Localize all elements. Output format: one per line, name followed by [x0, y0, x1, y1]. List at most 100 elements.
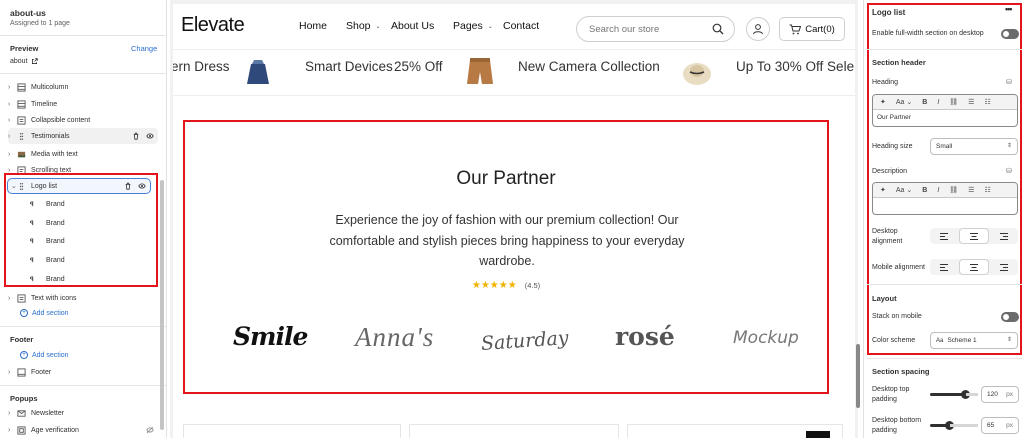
brand-logo-mockup[interactable]: Mockup — [733, 328, 799, 348]
image-icon — [16, 149, 27, 160]
divider — [867, 284, 1022, 285]
align-right-icon[interactable] — [989, 228, 1018, 244]
brand-logo-rose[interactable]: rosé — [615, 322, 675, 351]
font-style-button[interactable]: Aa ⌄ — [896, 186, 912, 194]
database-icon[interactable]: ⛁ — [1006, 167, 1012, 175]
section-item-footer[interactable]: › Footer — [8, 364, 158, 380]
logo-list-section[interactable]: Our Partner Experience the joy of fashio… — [183, 120, 829, 394]
top-padding-input[interactable]: 120 px — [981, 386, 1019, 403]
nav-contact[interactable]: Contact — [503, 20, 539, 32]
bullet-list-icon[interactable]: ☰ — [968, 98, 974, 106]
marquee-item: 25% Off — [394, 59, 443, 74]
magic-icon[interactable]: ✦ — [880, 98, 886, 106]
footer-heading: Footer — [10, 335, 34, 344]
chevron-right-icon[interactable]: › — [8, 133, 16, 140]
multicolumn-icon — [16, 82, 27, 93]
brand-logo-annas[interactable]: Anna's — [355, 322, 434, 353]
chevron-right-icon[interactable]: › — [8, 101, 16, 108]
section-item-multicolumn[interactable]: › Multicolumn — [8, 79, 158, 95]
section-item-media-with-text[interactable]: › Media with text — [8, 146, 158, 162]
bold-button[interactable]: B — [922, 99, 927, 106]
chevron-right-icon[interactable]: › — [8, 117, 16, 124]
nav-pages[interactable]: Pages ⌄ — [453, 20, 493, 32]
trash-icon[interactable] — [132, 132, 140, 140]
italic-button[interactable]: I — [937, 187, 939, 194]
more-options-icon[interactable]: ••• — [1005, 4, 1013, 14]
preview-page-link[interactable]: about — [10, 58, 38, 65]
link-icon[interactable]: ⛓ — [949, 98, 958, 106]
add-section-button[interactable]: + Add section — [20, 309, 69, 317]
description-editor[interactable]: ✦ Aa ⌄ B I ⛓ ☰ ☷ — [872, 182, 1018, 215]
divider — [867, 49, 1022, 50]
bottom-padding-input[interactable]: 65 px — [981, 417, 1019, 434]
align-center-icon[interactable] — [958, 259, 990, 275]
bold-button[interactable]: B — [922, 187, 927, 194]
footer-add-section-button[interactable]: + Add section — [20, 351, 69, 359]
magic-icon[interactable]: ✦ — [880, 186, 886, 194]
layout-heading: Layout — [872, 294, 897, 303]
heading-input[interactable]: Our Partner — [873, 110, 1017, 126]
section-item-text-with-icons[interactable]: › Text with icons — [8, 290, 158, 306]
section-item-timeline[interactable]: › Timeline — [8, 96, 158, 112]
full-width-toggle[interactable] — [1001, 29, 1019, 39]
store-logo[interactable]: Elevate — [181, 14, 245, 37]
drag-handle-icon[interactable] — [16, 131, 27, 142]
section-item-testimonials[interactable]: › Testimonials — [8, 128, 158, 144]
sidebar-scrollbar[interactable] — [160, 180, 164, 430]
change-link[interactable]: Change — [131, 44, 157, 53]
cart-button[interactable]: Cart(0) — [779, 17, 845, 41]
align-left-icon[interactable] — [930, 228, 959, 244]
chevron-right-icon[interactable]: › — [8, 369, 16, 376]
chevron-right-icon[interactable]: › — [8, 84, 16, 91]
top-padding-value: 120 — [987, 391, 998, 398]
top-padding-slider[interactable] — [930, 390, 970, 399]
italic-button[interactable]: I — [937, 99, 939, 106]
eye-slash-icon[interactable] — [146, 426, 154, 434]
store-preview: Elevate Home Shop ⌄ About Us Pages ⌄ Conta… — [170, 0, 860, 438]
preview-canvas: Elevate Home Shop ⌄ About Us Pages ⌄ Conta… — [173, 4, 860, 438]
link-icon[interactable]: ⛓ — [949, 186, 958, 194]
nav-label: Pages — [453, 20, 483, 32]
nav-shop[interactable]: Shop ⌄ — [346, 20, 381, 32]
section-item-collapsible-content[interactable]: › Collapsible content — [8, 112, 158, 128]
database-icon[interactable]: ⛁ — [1006, 78, 1012, 86]
brand-logo-saturday[interactable]: Saturday — [480, 327, 569, 355]
align-center-icon[interactable] — [958, 228, 990, 244]
heading-size-select[interactable]: Small ⇕ — [930, 138, 1018, 155]
heading-editor[interactable]: ✦ Aa ⌄ B I ⛓ ☰ ☷ Our Partner — [872, 94, 1018, 127]
popups-heading: Popups — [10, 394, 38, 403]
section-item-age-verification[interactable]: › Age verification — [8, 422, 158, 438]
section-description: Experience the joy of fashion with our p… — [329, 213, 685, 268]
preview-scrollbar[interactable] — [856, 344, 860, 408]
bottom-padding-slider[interactable] — [930, 421, 954, 430]
nav-about-us[interactable]: About Us — [391, 20, 434, 32]
stack-mobile-toggle[interactable] — [1001, 312, 1019, 322]
bullet-list-icon[interactable]: ☰ — [968, 186, 974, 194]
mobile-alignment-control[interactable] — [930, 259, 1018, 275]
section-label: Age verification — [31, 426, 79, 434]
chevron-right-icon[interactable]: › — [8, 410, 16, 417]
section-item-newsletter[interactable]: › Newsletter — [8, 405, 158, 421]
slider-track — [966, 393, 978, 396]
section-label: Newsletter — [31, 409, 65, 417]
align-right-icon[interactable] — [989, 259, 1018, 275]
align-left-icon[interactable] — [930, 259, 959, 275]
font-style-button[interactable]: Aa ⌄ — [896, 98, 912, 106]
eye-icon[interactable] — [146, 132, 154, 140]
brand-logo-smile[interactable]: Smile — [233, 322, 308, 351]
description-input[interactable] — [873, 198, 1017, 214]
chevron-right-icon[interactable]: › — [8, 295, 16, 302]
store-search-input[interactable]: Search our store — [576, 16, 735, 42]
numbered-list-icon[interactable]: ☷ — [984, 186, 990, 194]
desktop-alignment-control[interactable] — [930, 228, 1018, 244]
search-icon[interactable] — [712, 23, 724, 35]
heading-size-value: Small — [936, 143, 953, 150]
nav-home[interactable]: Home — [299, 20, 327, 32]
marquee-item: Up To 30% Off Sele — [736, 59, 855, 74]
account-button[interactable] — [746, 17, 770, 41]
numbered-list-icon[interactable]: ☷ — [984, 98, 990, 106]
color-scheme-select[interactable]: Aa Scheme 1 ⇕ — [930, 332, 1018, 349]
chevron-right-icon[interactable]: › — [8, 151, 16, 158]
timeline-icon — [16, 99, 27, 110]
chevron-right-icon[interactable]: › — [8, 427, 16, 434]
